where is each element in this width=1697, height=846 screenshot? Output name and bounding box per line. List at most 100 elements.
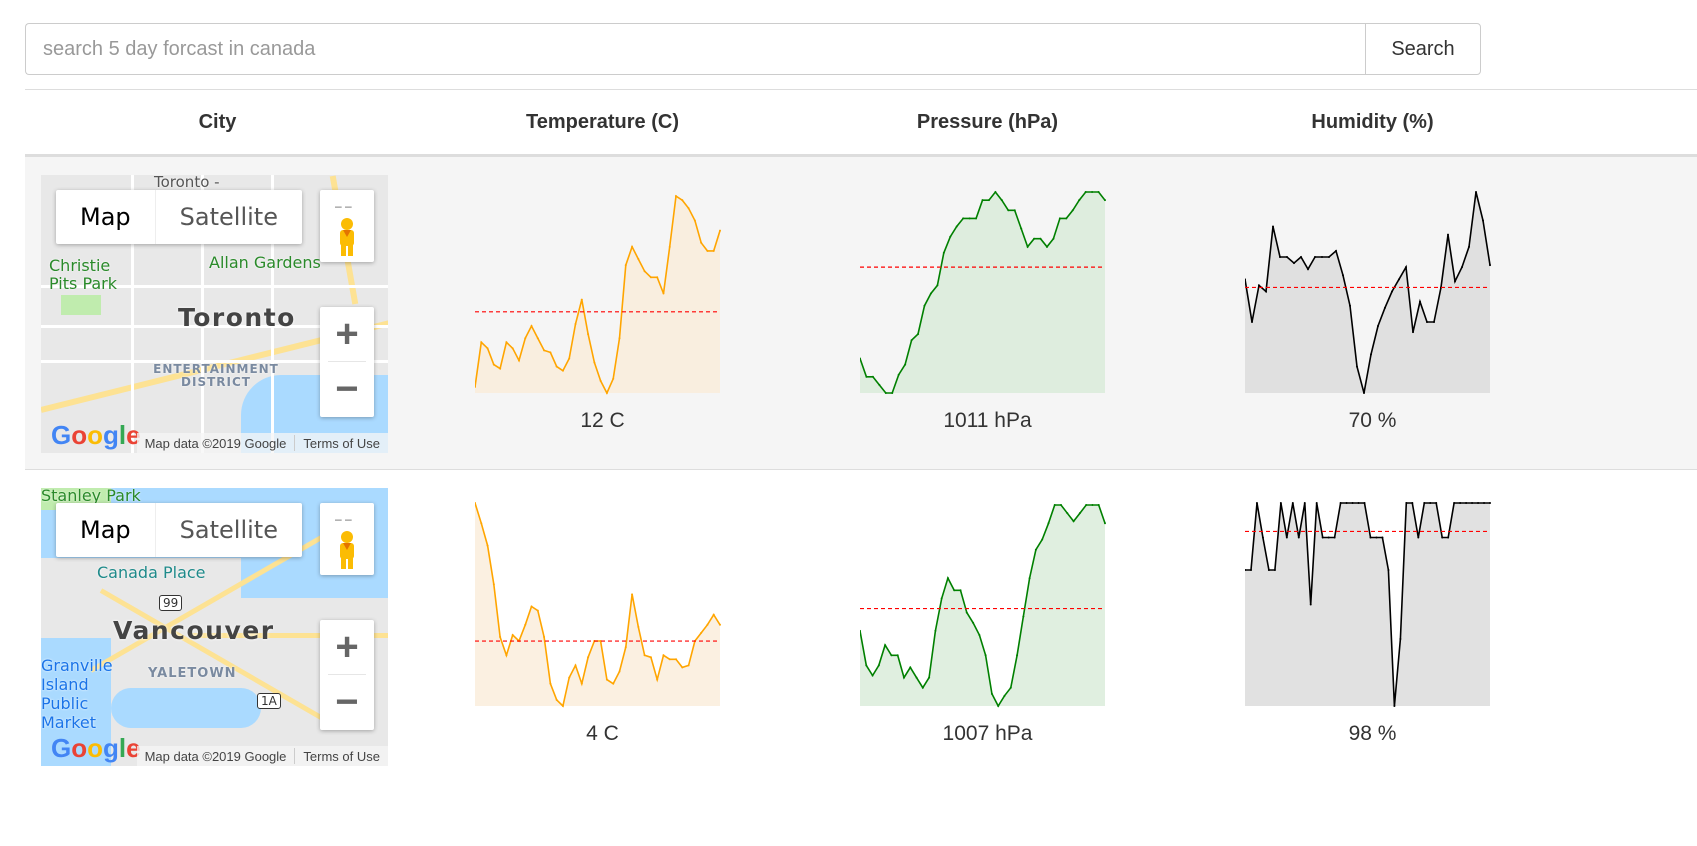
- temperature-point: [549, 682, 552, 685]
- pressure-point: [1033, 237, 1036, 240]
- humidity-point: [1370, 353, 1372, 356]
- map-label: ENTERTAINMENT DISTRICT: [153, 362, 279, 389]
- street-view-pegman[interactable]: ‒ ‒: [320, 190, 374, 262]
- map-type-map-button[interactable]: Map: [56, 503, 156, 557]
- zoom-out-button[interactable]: −: [320, 362, 374, 416]
- temperature-cell: 4 C: [410, 470, 795, 782]
- temperature-point: [662, 654, 665, 657]
- pressure-point: [884, 644, 887, 647]
- temperature-point: [700, 241, 703, 244]
- pressure-point: [890, 654, 893, 657]
- temperature-point: [675, 658, 678, 661]
- humidity-point: [1363, 502, 1366, 504]
- humidity-point: [1453, 502, 1456, 504]
- pressure-point: [1084, 191, 1087, 194]
- map-label: Toronto -: [154, 175, 220, 191]
- pressure-point: [959, 589, 962, 592]
- header-temperature: Temperature (C): [526, 110, 679, 133]
- temperature-point: [524, 623, 527, 626]
- temperature-point: [605, 392, 608, 394]
- humidity-point: [1468, 245, 1470, 248]
- humidity-point: [1435, 502, 1438, 504]
- map-type-map-button[interactable]: Map: [56, 190, 156, 244]
- header-humidity: Humidity (%): [1311, 110, 1434, 133]
- temperature-point: [499, 635, 502, 638]
- temperature-point: [561, 705, 564, 707]
- humidity-value: 98 %: [1348, 722, 1397, 745]
- pressure-point: [968, 217, 971, 220]
- pressure-point: [884, 392, 887, 394]
- temperature-point: [643, 270, 646, 273]
- humidity-point: [1393, 705, 1396, 707]
- humidity-point: [1279, 255, 1281, 258]
- humidity-point: [1433, 320, 1435, 323]
- pressure-point: [1066, 512, 1069, 515]
- pressure-point: [891, 392, 894, 394]
- humidity-point: [1482, 219, 1484, 222]
- pressure-point: [934, 629, 937, 632]
- zoom-out-button[interactable]: −: [320, 675, 374, 729]
- city-map[interactable]: Toronto - Christie Pits Park Allan Garde…: [41, 175, 388, 453]
- temperature-point: [681, 666, 684, 669]
- map-attribution: Map data ©2019 Google Terms of Use: [136, 433, 388, 453]
- humidity-point: [1267, 568, 1270, 571]
- temperature-point: [668, 245, 671, 248]
- zoom-in-button[interactable]: +: [320, 620, 374, 674]
- humidity-point: [1465, 502, 1468, 504]
- humidity-point: [1356, 365, 1358, 368]
- pressure-point: [921, 686, 924, 689]
- humidity-point: [1399, 638, 1402, 641]
- search-bar: Search: [25, 23, 1481, 75]
- pressure-point: [1091, 191, 1094, 194]
- search-input[interactable]: [25, 23, 1365, 75]
- pressure-point: [1097, 504, 1100, 507]
- humidity-point: [1349, 304, 1351, 307]
- pressure-point: [1053, 504, 1056, 507]
- humidity-point: [1307, 268, 1309, 271]
- map-type-satellite-button[interactable]: Satellite: [156, 503, 302, 557]
- temperature-point: [480, 522, 483, 525]
- map-data-credit: Map data ©2019 Google: [144, 435, 287, 451]
- pressure-point: [940, 597, 943, 600]
- pressure-point: [994, 191, 997, 194]
- temperature-point: [574, 664, 577, 667]
- temperature-point: [649, 656, 652, 659]
- humidity-point: [1357, 502, 1360, 504]
- pressure-point: [1039, 237, 1042, 240]
- humidity-point: [1339, 502, 1342, 504]
- temperature-point: [511, 347, 514, 350]
- pressure-point: [1072, 520, 1075, 523]
- temperature-point: [656, 678, 659, 681]
- pressure-point: [1009, 686, 1012, 689]
- pressure-point: [1028, 577, 1031, 580]
- map-type-control: Map Satellite: [56, 503, 302, 557]
- temperature-point: [587, 333, 590, 336]
- terms-of-use-link[interactable]: Terms of Use: [295, 749, 388, 764]
- temperature-point: [700, 631, 703, 634]
- city-map[interactable]: Stanley Park Canada Place 99 Vancouver G…: [41, 488, 388, 766]
- terms-of-use-link[interactable]: Terms of Use: [295, 436, 388, 451]
- temperature-point: [649, 276, 652, 279]
- pressure-point: [975, 217, 978, 220]
- pressure-point: [942, 251, 945, 254]
- temperature-point: [517, 359, 520, 362]
- humidity-point: [1321, 255, 1323, 258]
- humidity-point: [1483, 502, 1486, 504]
- pressure-point: [1003, 694, 1006, 697]
- map-type-satellite-button[interactable]: Satellite: [156, 190, 302, 244]
- temperature-point: [612, 682, 615, 685]
- temperature-point: [555, 698, 558, 701]
- street-view-pegman[interactable]: ‒ ‒: [320, 503, 374, 575]
- pressure-point: [1058, 217, 1061, 220]
- humidity-point: [1391, 290, 1393, 293]
- humidity-point: [1273, 568, 1276, 571]
- zoom-in-button[interactable]: +: [320, 307, 374, 361]
- map-label: Granville Island Public Market: [41, 656, 113, 732]
- table-header: City Temperature (C) Pressure (hPa) Humi…: [25, 90, 1697, 156]
- search-button[interactable]: Search: [1365, 23, 1481, 75]
- humidity-sparkline: [1245, 191, 1491, 394]
- pressure-point: [962, 217, 965, 220]
- map-label: Christie Pits Park: [49, 256, 118, 293]
- humidity-cell: 98 %: [1180, 470, 1565, 782]
- temperature-point: [580, 682, 583, 685]
